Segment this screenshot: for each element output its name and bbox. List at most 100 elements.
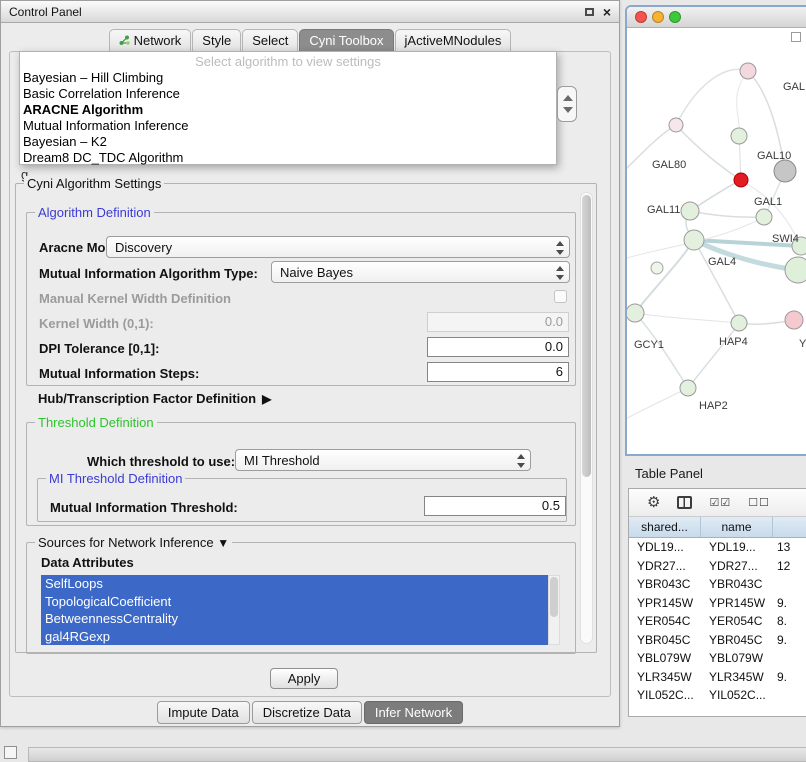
collapse-down-icon: ▼ bbox=[217, 536, 229, 550]
scrollbar-thumb[interactable] bbox=[550, 577, 558, 617]
bottom-tab-discretize-data[interactable]: Discretize Data bbox=[252, 701, 362, 724]
table-row[interactable]: YIL052C...YIL052C... bbox=[629, 686, 806, 705]
network-node[interactable] bbox=[774, 160, 796, 182]
minimize-traffic-light[interactable] bbox=[652, 11, 664, 23]
data-attribute-item[interactable]: TopologicalCoefficient bbox=[41, 593, 548, 611]
aracne-mode-combo[interactable]: Discovery bbox=[106, 236, 570, 258]
network-node[interactable] bbox=[684, 230, 704, 250]
mi-threshold-field[interactable]: 0.5 bbox=[424, 496, 566, 516]
algorithm-option-dream8-dc-tdc-algorithm[interactable]: Dream8 DC_TDC Algorithm bbox=[20, 150, 556, 166]
data-attributes-label: Data Attributes bbox=[41, 555, 134, 570]
algorithm-option-aracne-algorithm[interactable]: ARACNE Algorithm bbox=[20, 102, 556, 118]
data-attribute-item[interactable]: gal4RGexp bbox=[41, 628, 548, 646]
scrollbar-thumb[interactable] bbox=[582, 195, 591, 477]
column-header[interactable] bbox=[773, 517, 806, 537]
birdseye-toggle[interactable] bbox=[791, 32, 801, 42]
network-node[interactable] bbox=[734, 173, 748, 187]
network-node[interactable] bbox=[680, 380, 696, 396]
combo-arrows-icon bbox=[516, 454, 525, 468]
network-edge bbox=[627, 388, 688, 418]
which-threshold-combo[interactable]: MI Threshold bbox=[235, 449, 531, 471]
bottom-tab-infer-network[interactable]: Infer Network bbox=[364, 701, 463, 724]
apply-button[interactable]: Apply bbox=[270, 668, 338, 689]
sources-group-title[interactable]: Sources for Network Inference ▼ bbox=[35, 535, 232, 550]
hub-factor-expander[interactable]: Hub/Transcription Factor Definition ▶ bbox=[38, 391, 271, 406]
manual-kernel-label: Manual Kernel Width Definition bbox=[39, 291, 231, 306]
deselect-all-checkboxes-icon[interactable]: ☐☐ bbox=[748, 496, 770, 509]
network-node[interactable] bbox=[740, 63, 756, 79]
table-body: YDL19...YDL19...13YDR27...YDR27...12YBR0… bbox=[629, 538, 806, 716]
select-all-checkboxes-icon[interactable]: ☑☑ bbox=[709, 496, 731, 509]
tab-label: Select bbox=[252, 33, 288, 48]
table-row[interactable]: YPR145WYPR145W9. bbox=[629, 594, 806, 613]
attributes-list-scrollbar[interactable] bbox=[548, 575, 560, 645]
table-cell: 13 bbox=[773, 540, 806, 554]
kernel-width-field: 0.0 bbox=[427, 312, 569, 332]
tab-style[interactable]: Style bbox=[192, 29, 241, 52]
network-node[interactable] bbox=[731, 315, 747, 331]
gear-icon[interactable]: ⚙ bbox=[647, 495, 660, 510]
network-node[interactable] bbox=[756, 209, 772, 225]
network-node[interactable] bbox=[731, 128, 747, 144]
node-label: GAL4 bbox=[708, 256, 736, 268]
algorithm-definition-title: Algorithm Definition bbox=[35, 205, 154, 220]
table-cell: 9. bbox=[773, 670, 806, 684]
table-row[interactable]: YLR345WYLR345W9. bbox=[629, 668, 806, 687]
table-panel-window: ⚙ ☑☑ ☐☐ shared...name YDL19...YDL19...13… bbox=[628, 488, 806, 717]
float-window-icon[interactable] bbox=[585, 8, 594, 16]
data-attribute-item[interactable]: SelfLoops bbox=[41, 575, 548, 593]
table-cell: YDL19... bbox=[701, 540, 773, 554]
network-view-window: GAL80GAL10GALGAL11GAL1SWI4GAL4GCY1HAP4YH… bbox=[625, 5, 806, 456]
mi-steps-field[interactable]: 6 bbox=[427, 362, 569, 382]
data-attribute-item[interactable]: BetweennessCentrality bbox=[41, 610, 548, 628]
table-cell: YBR043C bbox=[629, 577, 701, 591]
algorithm-option-mutual-information-inference[interactable]: Mutual Information Inference bbox=[20, 118, 556, 134]
bottom-panel-strip bbox=[28, 747, 806, 762]
network-node[interactable] bbox=[651, 262, 663, 274]
algorithm-option-basic-correlation-inference[interactable]: Basic Correlation Inference bbox=[20, 86, 556, 102]
zoom-traffic-light[interactable] bbox=[669, 11, 681, 23]
mi-type-combo[interactable]: Naive Bayes bbox=[271, 261, 570, 283]
tab-cyni-toolbox[interactable]: Cyni Toolbox bbox=[299, 29, 393, 52]
table-header-row: shared...name bbox=[629, 517, 806, 538]
network-canvas[interactable]: GAL80GAL10GALGAL11GAL1SWI4GAL4GCY1HAP4YH… bbox=[627, 28, 806, 454]
table-row[interactable]: YBR043CYBR043C bbox=[629, 575, 806, 594]
node-label: HAP2 bbox=[699, 400, 728, 412]
table-cell: YPR145W bbox=[629, 596, 701, 610]
algorithm-dropdown-popup: Select algorithm to view settings Bayesi… bbox=[19, 51, 557, 165]
network-node[interactable] bbox=[627, 304, 644, 322]
table-cell: YDR27... bbox=[701, 559, 773, 573]
network-node[interactable] bbox=[681, 202, 699, 220]
combo-arrows-icon bbox=[555, 241, 564, 255]
table-cell: 8. bbox=[773, 614, 806, 628]
column-header[interactable]: shared... bbox=[629, 517, 701, 537]
settings-scrollbar[interactable] bbox=[580, 192, 593, 644]
dpi-tolerance-field[interactable]: 0.0 bbox=[427, 337, 569, 357]
tab-select[interactable]: Select bbox=[242, 29, 298, 52]
network-node[interactable] bbox=[785, 311, 803, 329]
network-icon bbox=[119, 35, 130, 46]
close-icon[interactable]: × bbox=[603, 7, 611, 17]
tab-jactivemnodules[interactable]: jActiveMNodules bbox=[395, 29, 512, 52]
columns-icon[interactable] bbox=[677, 496, 692, 509]
close-traffic-light[interactable] bbox=[635, 11, 647, 23]
table-cell: 9. bbox=[773, 596, 806, 610]
network-node[interactable] bbox=[669, 118, 683, 132]
table-cell: 12 bbox=[773, 559, 806, 573]
network-node[interactable] bbox=[785, 257, 806, 283]
mi-threshold-group: MI Threshold Definition Mutual Informati… bbox=[37, 478, 567, 522]
table-row[interactable]: YDL19...YDL19...13 bbox=[629, 538, 806, 557]
tab-network[interactable]: Network bbox=[109, 29, 192, 52]
bottom-left-panel-icon[interactable] bbox=[4, 746, 17, 759]
table-row[interactable]: YBL079WYBL079W bbox=[629, 649, 806, 668]
sources-title-text: Sources for Network Inference bbox=[38, 535, 214, 550]
table-row[interactable]: YDR27...YDR27...12 bbox=[629, 557, 806, 576]
bottom-tab-impute-data[interactable]: Impute Data bbox=[157, 701, 250, 724]
occluded-spinner[interactable] bbox=[557, 86, 577, 122]
table-row[interactable]: YER054CYER054C8. bbox=[629, 612, 806, 631]
algorithm-option-bayesian-hill-climbing[interactable]: Bayesian – Hill Climbing bbox=[20, 70, 556, 86]
table-row[interactable]: YBR045CYBR045C9. bbox=[629, 631, 806, 650]
algorithm-option-bayesian-k2[interactable]: Bayesian – K2 bbox=[20, 134, 556, 150]
column-header[interactable]: name bbox=[701, 517, 773, 537]
manual-kernel-checkbox bbox=[554, 290, 567, 303]
